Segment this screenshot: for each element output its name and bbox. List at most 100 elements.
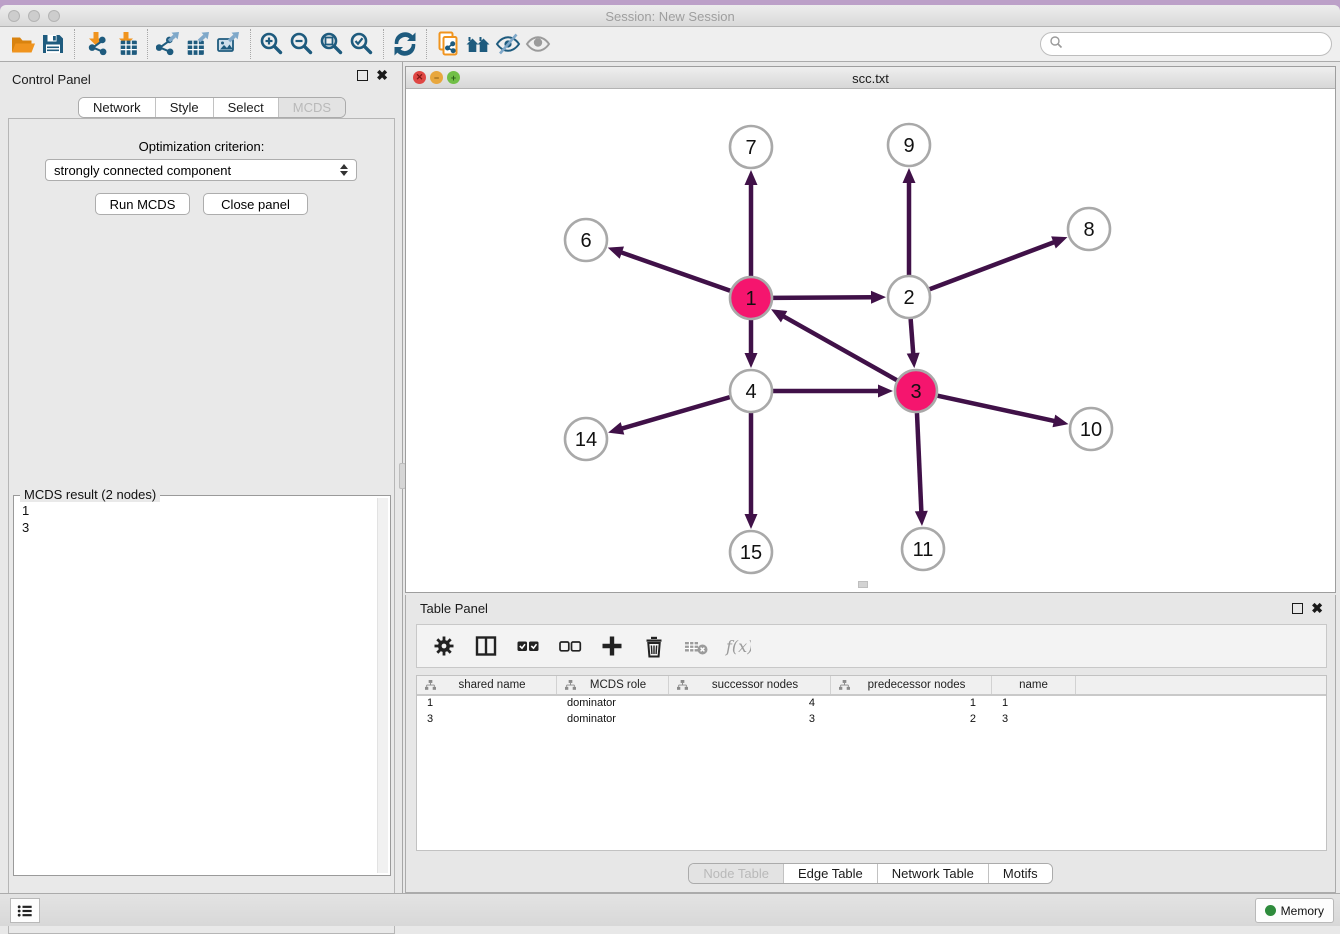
memory-button[interactable]: Memory [1255,898,1334,923]
zoom-in-button[interactable] [257,30,287,58]
tab-network[interactable]: Network [79,98,156,117]
clone-network-icon [435,31,461,57]
float-table-panel-icon[interactable] [1292,603,1303,614]
tab-select[interactable]: Select [214,98,279,117]
table-row[interactable]: 3dominator323 [417,712,1326,728]
close-panel-button[interactable]: Close panel [203,193,308,215]
select-all-button[interactable] [515,633,541,659]
mcds-result-item: 1 [22,502,29,519]
edge-arrowhead [745,353,758,368]
import-table-icon [113,31,139,57]
edge-4-14[interactable] [621,397,730,429]
table-row[interactable]: 1dominator411 [417,696,1326,712]
criterion-dropdown[interactable]: strongly connected component [45,159,357,181]
table-settings-button[interactable] [431,633,457,659]
edge-3-11[interactable] [917,413,921,513]
node-label: 9 [903,135,914,157]
table-toolbar: f(x) [416,624,1327,668]
mcds-panel: Optimization criterion: strongly connect… [8,118,395,934]
status-bar: Memory [0,893,1340,926]
select-all-icon [515,633,541,659]
clone-network-button[interactable] [433,30,463,58]
edge-2-3[interactable] [911,319,914,355]
zoom-out-button[interactable] [287,30,317,58]
network-graph-canvas[interactable]: 1234678910111415 [406,89,1335,592]
criterion-value: strongly connected component [54,163,231,178]
node-label: 6 [580,230,591,252]
delete-row-button[interactable] [641,633,667,659]
zoom-fit-button[interactable] [317,30,347,58]
toolbar-separator [250,29,251,59]
open-file-button[interactable] [8,30,38,58]
tab-network-table[interactable]: Network Table [878,864,989,883]
table-cell[interactable]: 4 [669,696,831,712]
close-panel-icon[interactable]: ✖ [376,70,388,81]
tab-mcds[interactable]: MCDS [279,98,345,117]
zoom-selected-button[interactable] [347,30,377,58]
edge-3-1[interactable] [782,316,896,381]
float-panel-icon[interactable] [357,70,368,81]
list-icon [15,901,35,921]
edge-1-2[interactable] [773,297,873,298]
node-label: 4 [745,381,756,403]
save-session-button[interactable] [38,30,68,58]
tab-motifs[interactable]: Motifs [989,864,1052,883]
optimization-criterion-label: Optimization criterion: [9,139,394,154]
table-cell[interactable]: 3 [669,712,831,728]
edge-3-10[interactable] [937,396,1055,422]
close-table-panel-icon[interactable]: ✖ [1311,603,1323,614]
edge-1-6[interactable] [620,252,730,291]
control-panel-window-buttons: ✖ [357,70,388,81]
hide-selected-button[interactable] [493,30,523,58]
deselect-all-button[interactable] [557,633,583,659]
table-tabs: Node TableEdge TableNetwork TableMotifs [406,863,1335,884]
table-cell[interactable]: 2 [831,712,992,728]
column-header-MCDS-role[interactable]: MCDS role [557,676,669,694]
tab-edge-table[interactable]: Edge Table [784,864,878,883]
window-title: Session: New Session [0,9,1340,24]
toolbar-separator [74,29,75,59]
tab-node-table[interactable]: Node Table [689,864,784,883]
search-input[interactable] [1063,37,1331,51]
import-table-button[interactable] [111,30,141,58]
refresh-network-button[interactable] [390,30,420,58]
import-network-button[interactable] [81,30,111,58]
function-builder-button: f(x) [725,633,751,659]
result-scrollbar[interactable] [377,498,388,873]
add-row-button[interactable] [599,633,625,659]
run-mcds-button[interactable]: Run MCDS [95,193,190,215]
column-type-icon [425,680,436,691]
search-field[interactable] [1040,32,1332,56]
export-network-button[interactable] [154,30,184,58]
edge-arrowhead [1052,415,1068,428]
edge-arrowhead [745,170,758,185]
table-cell[interactable]: 1 [417,696,557,712]
export-table-button[interactable] [184,30,214,58]
open-file-icon [10,31,36,57]
save-session-icon [40,31,66,57]
first-neighbors-button[interactable] [463,30,493,58]
export-network-icon [156,31,182,57]
table-cell[interactable]: dominator [557,696,669,712]
table-cell[interactable]: 3 [992,712,1076,728]
table-cell[interactable]: 1 [992,696,1076,712]
export-image-button[interactable] [214,30,244,58]
table-cell[interactable]: 1 [831,696,992,712]
toolbar-separator [426,29,427,59]
task-history-button[interactable] [10,898,40,923]
tab-style[interactable]: Style [156,98,214,117]
network-hscroll-thumb[interactable] [858,581,868,588]
node-table-header: shared nameMCDS rolesuccessor nodesprede… [417,676,1326,696]
edge-2-8[interactable] [930,242,1056,290]
table-cell[interactable]: dominator [557,712,669,728]
edge-arrowhead [1051,236,1067,248]
column-header-predecessor-nodes[interactable]: predecessor nodes [831,676,992,694]
column-header-shared-name[interactable]: shared name [417,676,557,694]
search-icon [1049,35,1063,54]
table-cell[interactable]: 3 [417,712,557,728]
table-panel-title: Table Panel [420,601,488,616]
network-window-titlebar: ✕ − + scc.txt [406,67,1335,89]
column-header-successor-nodes[interactable]: successor nodes [669,676,831,694]
show-columns-button[interactable] [473,633,499,659]
column-header-name[interactable]: name [992,676,1076,694]
